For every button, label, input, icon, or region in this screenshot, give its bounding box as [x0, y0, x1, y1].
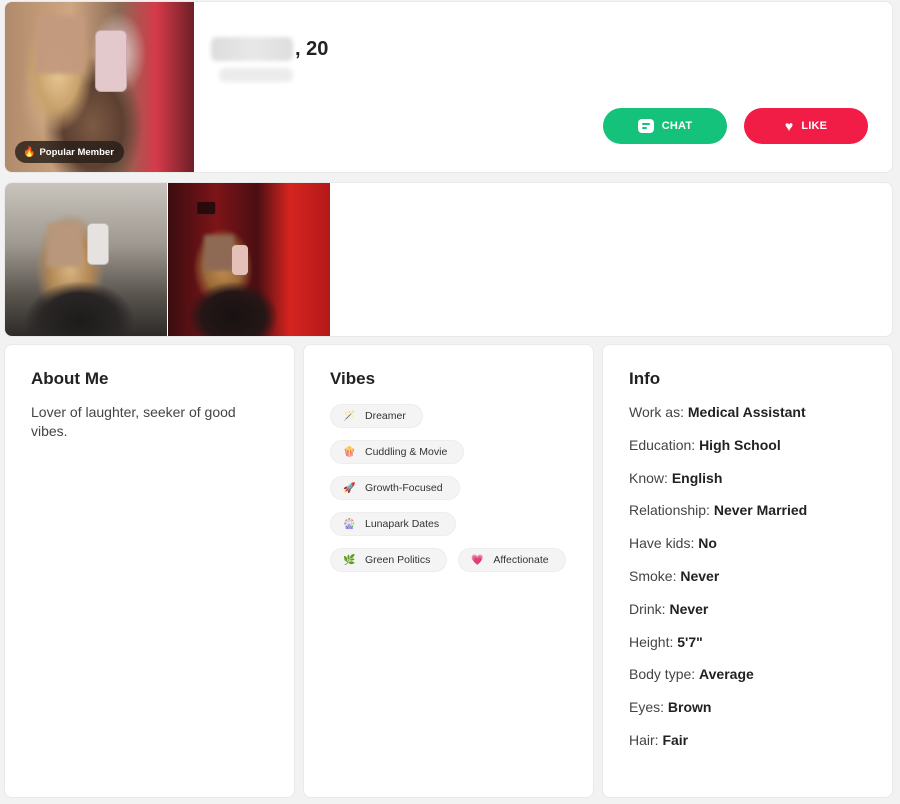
- info-row: Height: 5'7": [629, 631, 866, 664]
- info-label: Have kids:: [629, 535, 695, 552]
- info-row: Hair: Fair: [629, 729, 866, 762]
- info-list: Work as: Medical Assistant Education: Hig…: [629, 401, 866, 762]
- blurred-face: [35, 16, 85, 74]
- blurred-face: [47, 223, 83, 267]
- photo-figure: [25, 273, 135, 336]
- leaf-icon: 🌿: [343, 554, 356, 566]
- info-value: Never: [680, 567, 720, 584]
- info-value: Medical Assistant: [687, 404, 806, 420]
- vibe-chip-label: Dreamer: [365, 410, 406, 422]
- ferris-wheel-icon: 🎡: [343, 518, 356, 530]
- magic-wand-icon: 🪄: [343, 410, 356, 422]
- chat-bubble-icon: [637, 119, 654, 133]
- info-value: No: [698, 535, 717, 552]
- photo-phone: [87, 223, 109, 265]
- info-label: Know:: [629, 469, 668, 486]
- about-me-title: About Me: [31, 369, 109, 388]
- profile-age: , 20: [295, 37, 329, 60]
- info-row: Eyes: Brown: [629, 696, 866, 729]
- info-row: Have kids: No: [629, 532, 866, 565]
- heart-icon: 💗: [471, 554, 484, 566]
- about-me-text: Lover of laughter, seeker of good vibes.: [31, 404, 236, 439]
- about-me-card: About Me Lover of laughter, seeker of go…: [4, 344, 295, 798]
- info-label: Body type:: [629, 666, 696, 683]
- badge-label: Popular Member: [39, 146, 114, 158]
- info-value: Never: [669, 600, 709, 617]
- info-value: Average: [699, 666, 754, 683]
- info-value: Never Married: [713, 502, 808, 519]
- vibe-chip-label: Growth-Focused: [365, 482, 443, 494]
- profile-header-card: 🔥 Popular Member , 20 CHAT ♥ LIKE: [4, 1, 893, 173]
- info-label: Smoke:: [629, 567, 677, 584]
- info-title: Info: [629, 369, 661, 388]
- info-value: High School: [699, 436, 781, 453]
- info-row: Drink: Never: [629, 598, 866, 631]
- chat-button-label: CHAT: [661, 120, 693, 132]
- vibe-chip-label: Cuddling & Movie: [365, 446, 448, 458]
- info-label: Relationship:: [629, 502, 710, 519]
- info-row: Smoke: Never: [629, 565, 866, 598]
- info-label: Education:: [629, 436, 696, 453]
- info-label: Work as:: [629, 404, 684, 420]
- gallery-photo-1[interactable]: [5, 183, 167, 336]
- photo-figure: [188, 278, 278, 336]
- info-value: Brown: [667, 699, 712, 716]
- profile-main-photo[interactable]: 🔥 Popular Member: [5, 2, 194, 172]
- vibe-chip-label: Green Politics: [365, 554, 431, 566]
- blurred-name: [211, 37, 293, 61]
- profile-name-row: , 20: [211, 37, 328, 61]
- heart-icon: ♥: [784, 118, 794, 134]
- vibe-chip-label: Lunapark Dates: [365, 518, 440, 530]
- vibes-chip-list: 🪄 Dreamer 🍿 Cuddling & Movie 🚀 Growth-Focused…: [330, 404, 567, 572]
- vibe-chip: 💗 Affectionate: [458, 548, 566, 572]
- like-button-label: LIKE: [801, 120, 828, 132]
- blurred-location: [219, 68, 293, 82]
- popular-member-badge: 🔥 Popular Member: [15, 141, 124, 163]
- info-label: Hair:: [629, 731, 659, 748]
- vibe-chip-label: Affectionate: [493, 554, 549, 566]
- popcorn-icon: 🍿: [343, 446, 356, 458]
- info-row: Know: English: [629, 467, 866, 500]
- vibes-card: Vibes 🪄 Dreamer 🍿 Cuddling & Movie 🚀 Growth-F…: [303, 344, 594, 798]
- vibe-chip: 🍿 Cuddling & Movie: [330, 440, 465, 464]
- photo-lamp: [196, 201, 216, 215]
- info-label: Drink:: [629, 600, 666, 617]
- blurred-face: [204, 235, 234, 271]
- vibe-chip: 🎡 Lunapark Dates: [330, 512, 457, 536]
- info-value: English: [671, 469, 723, 486]
- photo-gallery: [4, 182, 893, 337]
- chat-button[interactable]: CHAT: [603, 108, 727, 144]
- gallery-photo-2[interactable]: [168, 183, 330, 336]
- vibe-chip: 🚀 Growth-Focused: [330, 476, 460, 500]
- like-button[interactable]: ♥ LIKE: [744, 108, 868, 144]
- info-row: Body type: Average: [629, 663, 866, 696]
- flame-icon: 🔥: [23, 146, 36, 158]
- vibe-chip: 🪄 Dreamer: [330, 404, 423, 428]
- vibe-chip: 🌿 Green Politics: [330, 548, 448, 572]
- info-card: Info Work as: Medical Assistant Education…: [602, 344, 893, 798]
- info-value: Fair: [662, 731, 689, 748]
- photo-phone: [232, 245, 248, 275]
- info-row: Education: High School: [629, 434, 866, 467]
- info-row: Relationship: Never Married: [629, 499, 866, 532]
- rocket-icon: 🚀: [343, 482, 356, 494]
- vibes-title: Vibes: [330, 369, 376, 388]
- info-label: Eyes:: [629, 699, 665, 716]
- info-label: Height:: [629, 633, 674, 650]
- info-row: Work as: Medical Assistant: [629, 401, 866, 434]
- photo-phone: [95, 30, 127, 92]
- info-value: 5'7": [677, 633, 703, 650]
